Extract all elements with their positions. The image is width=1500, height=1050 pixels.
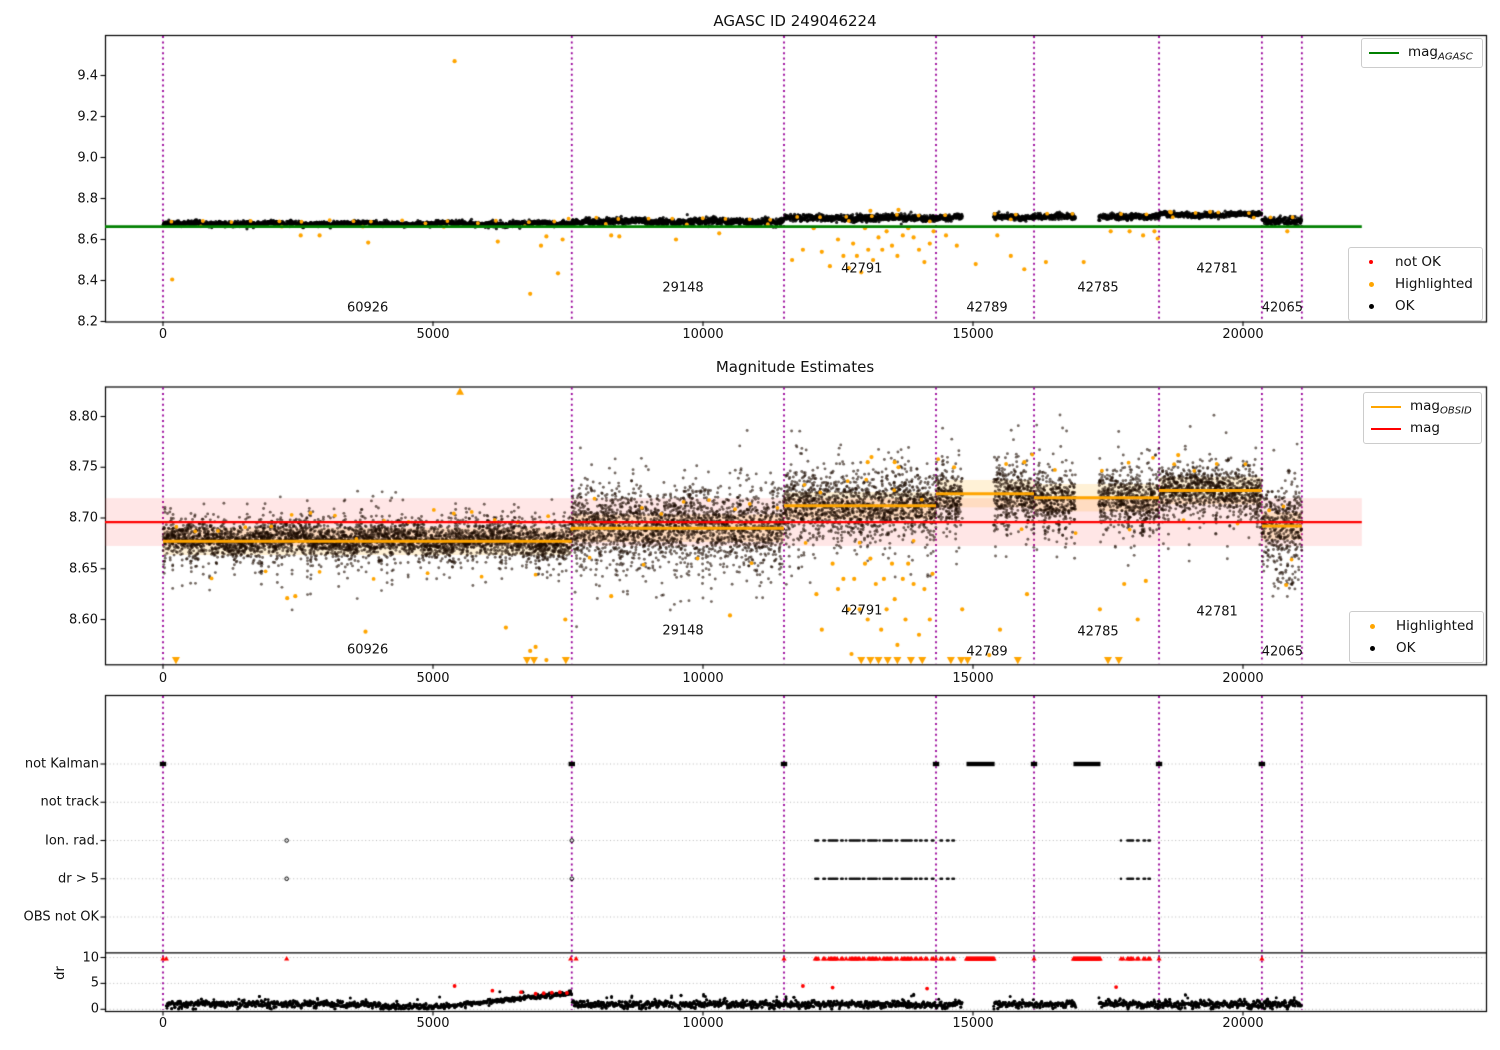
- flag-category-label: dr > 5: [57, 871, 99, 887]
- panel1-y-tick-label: 9.2: [77, 109, 98, 124]
- panel2-y-tick-label: 8.65: [69, 561, 98, 577]
- panel1-title: AGASC ID 249046224: [713, 12, 877, 30]
- x-tick-label: 0: [158, 327, 168, 342]
- obsid-label-panel1: 29148: [662, 280, 704, 296]
- obsid-label-panel1: 42781: [1196, 261, 1238, 277]
- obsid-label-panel2: 42789: [966, 644, 1008, 660]
- panel1-y-tick-label: 8.4: [77, 273, 98, 288]
- not-ok-marker-icon: [1369, 260, 1373, 264]
- obsid-label-panel2: 60926: [346, 642, 389, 658]
- obsid-label-panel2: 42065: [1261, 644, 1304, 660]
- panel1-y-tick-label: 9.0: [77, 150, 98, 165]
- legend-mag-agasc-label: magAGASC: [1408, 43, 1473, 63]
- legend-row-highlighted2: Highlighted: [1357, 615, 1474, 637]
- legend-row-mag-agasc: magAGASC: [1369, 42, 1473, 64]
- panel2-y-tick-label: 8.60: [69, 612, 98, 627]
- legend-row-not-ok: not OK: [1356, 251, 1473, 273]
- dr-axis-label: dr: [52, 966, 68, 980]
- panel2-y-tick-label: 8.70: [69, 510, 98, 526]
- x-tick-label: 15000: [952, 327, 994, 342]
- highlighted-marker-icon: [1368, 281, 1374, 287]
- legend-row-ok: OK: [1356, 295, 1473, 317]
- obsid-label-panel2: 42791: [841, 603, 883, 619]
- legend-highlighted-label: Highlighted: [1395, 276, 1473, 292]
- flag-category-label: not track: [40, 794, 99, 810]
- panel2-y-tick-label: 8.75: [69, 459, 98, 475]
- legend-row-ok2: OK: [1357, 637, 1474, 659]
- x-tick-label: 15000: [952, 671, 994, 686]
- obsid-label-panel1: 42065: [1261, 300, 1304, 316]
- obsid-label-panel2: 29148: [662, 623, 704, 639]
- legend-ok-label: OK: [1395, 298, 1415, 314]
- x-tick-label: 0: [158, 1016, 168, 1031]
- mag-line-swatch: [1371, 428, 1401, 430]
- highlighted-marker-icon: [1369, 623, 1375, 629]
- obsid-label-panel2: 42785: [1077, 624, 1119, 640]
- legend-mag-obsid-label: magOBSID: [1410, 397, 1472, 417]
- flag-category-label: OBS not OK: [23, 909, 100, 925]
- x-tick-label: 20000: [1222, 327, 1264, 342]
- obsid-label-panel1: 42785: [1077, 280, 1119, 296]
- legend-not-ok-label: not OK: [1395, 254, 1441, 270]
- x-tick-label: 20000: [1222, 671, 1264, 686]
- panel1-y-tick-label: 8.2: [77, 314, 98, 329]
- x-tick-label: 5000: [416, 327, 450, 342]
- obsid-label-panel1: 60926: [346, 300, 389, 316]
- x-tick-label: 20000: [1222, 1016, 1264, 1031]
- x-tick-label: 10000: [682, 327, 724, 342]
- panel1-y-tick-label: 9.4: [77, 68, 98, 83]
- x-tick-label: 15000: [952, 1016, 994, 1031]
- legend-panel2-lines: magOBSID mag: [1363, 392, 1482, 444]
- dr-tick-label: 5: [90, 975, 99, 991]
- figure: AGASC ID 249046224 Magnitude Estimates m…: [0, 0, 1500, 1050]
- x-tick-label: 10000: [682, 1016, 724, 1031]
- obsid-label-panel1: 42789: [966, 300, 1008, 316]
- panel2-y-tick-label: 8.80: [69, 409, 98, 424]
- legend-panel2-markers: Highlighted OK: [1349, 611, 1484, 663]
- panel1-y-tick-label: 8.8: [77, 191, 98, 206]
- ok-marker-icon: [1369, 645, 1375, 651]
- legend-row-mag-obsid: magOBSID: [1371, 396, 1472, 418]
- mag-agasc-line-swatch: [1369, 52, 1399, 54]
- panel1-y-tick-label: 8.6: [77, 232, 98, 247]
- x-tick-label: 5000: [416, 671, 450, 686]
- flag-category-label: not Kalman: [24, 756, 99, 772]
- x-tick-label: 0: [158, 671, 168, 686]
- mag-obsid-line-swatch: [1371, 406, 1401, 408]
- obsid-label-panel1: 42791: [841, 261, 883, 277]
- legend-row-highlighted: Highlighted: [1356, 273, 1473, 295]
- x-tick-label: 5000: [416, 1016, 450, 1031]
- x-tick-label: 10000: [682, 671, 724, 686]
- obsid-label-panel2: 42781: [1196, 604, 1238, 620]
- legend-panel1-markers: not OK Highlighted OK: [1348, 247, 1483, 321]
- flag-category-label: Ion. rad.: [45, 833, 99, 848]
- panel2-title: Magnitude Estimates: [715, 358, 875, 376]
- legend-mag-label: mag: [1410, 419, 1440, 436]
- legend-ok2-label: OK: [1396, 640, 1416, 656]
- legend-highlighted2-label: Highlighted: [1396, 618, 1474, 634]
- legend-mag-agasc: magAGASC: [1361, 38, 1483, 68]
- dr-tick-label: 0: [90, 1001, 99, 1017]
- ok-marker-icon: [1368, 303, 1374, 309]
- dr-tick-label: 10: [82, 950, 99, 965]
- chart-canvas: [0, 0, 1500, 1050]
- legend-row-mag: mag: [1371, 418, 1472, 440]
